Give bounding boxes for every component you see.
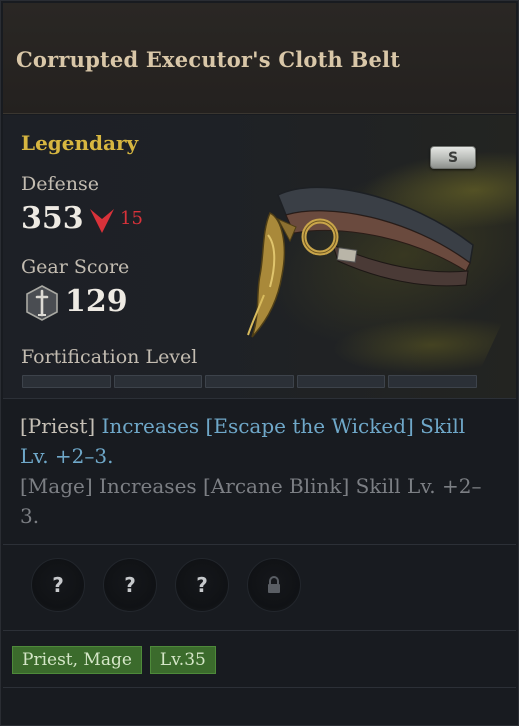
question-icon: ? xyxy=(196,573,208,597)
defense-difference: 15 xyxy=(120,208,143,229)
tooltip-header: Corrupted Executor's Cloth Belt xyxy=(3,3,516,114)
socket-slot-locked xyxy=(247,558,301,612)
divider xyxy=(3,687,516,688)
fortification-bar xyxy=(22,375,477,388)
divider xyxy=(3,544,516,545)
question-icon: ? xyxy=(124,573,136,597)
item-grade: Legendary xyxy=(21,131,139,155)
rank-badge: S xyxy=(430,146,476,169)
priest-class-prefix: [Priest] xyxy=(20,414,96,438)
socket-slot[interactable]: ? xyxy=(103,558,157,612)
divider xyxy=(3,398,516,399)
socket-slot[interactable]: ? xyxy=(175,558,229,612)
class-tag: Priest, Mage xyxy=(12,646,142,674)
defense-label: Defense xyxy=(21,173,99,195)
stats-panel: Legendary Defense 353 15 Gear Score 129 … xyxy=(3,115,516,398)
socket-slot[interactable]: ? xyxy=(31,558,85,612)
level-tag: Lv.35 xyxy=(149,646,216,674)
fortification-segment xyxy=(296,375,386,388)
defense-value: 353 xyxy=(21,201,84,236)
item-tooltip: Corrupted Executor's Cloth Belt Legendar… xyxy=(0,0,519,726)
priest-effect-line: [Priest] Increases [Escape the Wicked] S… xyxy=(20,411,500,471)
gear-score-label: Gear Score xyxy=(21,256,130,278)
socket-row: ? ? ? xyxy=(31,558,301,612)
gear-score-value: 129 xyxy=(65,284,128,319)
item-name: Corrupted Executor's Cloth Belt xyxy=(16,47,401,72)
lock-icon xyxy=(268,576,280,593)
skill-description: [Priest] Increases [Escape the Wicked] S… xyxy=(20,411,500,531)
fortification-label: Fortification Level xyxy=(21,346,198,368)
fortification-segment xyxy=(205,375,294,388)
fortification-segment xyxy=(22,375,111,388)
fortification-segment xyxy=(388,375,477,388)
question-icon: ? xyxy=(52,573,64,597)
belt-item-image xyxy=(247,186,474,338)
divider xyxy=(3,630,516,631)
gear-score-icon xyxy=(26,285,58,321)
fortification-segment xyxy=(113,375,203,388)
decrease-arrow-icon xyxy=(90,209,114,233)
mage-effect-line: [Mage] Increases [Arcane Blink] Skill Lv… xyxy=(20,474,482,528)
requirement-tags: Priest, Mage Lv.35 xyxy=(12,646,216,674)
